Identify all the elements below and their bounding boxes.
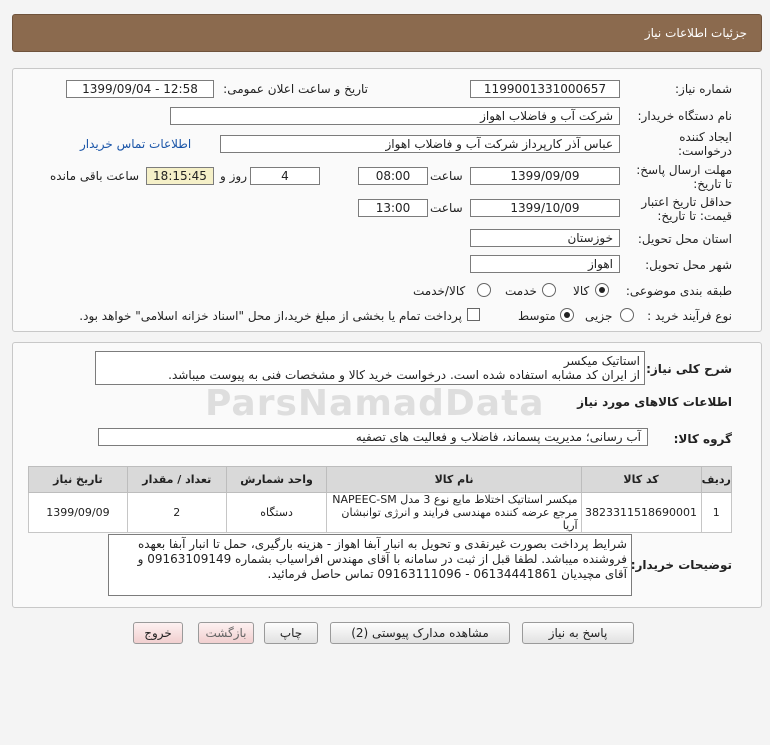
category-goods-label: کالا [573, 284, 590, 298]
cell-name: میکسر استاتیک اختلاط مایع نوع 3 مدل NAPE… [326, 492, 582, 533]
city-label: شهر محل تحویل: [645, 258, 732, 272]
treasury-payment-checkbox[interactable] [467, 308, 480, 321]
validity-time-field: 13:00 [358, 199, 428, 217]
summary-line-2: از ایران کد مشابه استفاده شده است. درخوا… [168, 368, 640, 382]
page-header: جزئیات اطلاعات نیاز [12, 14, 762, 52]
page-title: جزئیات اطلاعات نیاز [644, 26, 747, 40]
buyer-org-field: شرکت آب و فاضلاب اهواز [170, 107, 620, 125]
col-date: تاریخ نیاز [28, 466, 128, 493]
creator-label-1: ایجاد کننده [679, 130, 732, 144]
announce-label: تاریخ و ساعت اعلان عمومی: [223, 82, 368, 96]
reply-time-label: ساعت [430, 169, 463, 183]
table-row: 1 3823311518690001 میکسر استاتیک اختلاط … [28, 492, 733, 533]
col-unit: واحد شمارش [225, 466, 328, 493]
purchase-minor-label: جزیی [585, 309, 613, 323]
creator-label-2: درخواست: [678, 144, 732, 158]
goods-info-title: اطلاعات کالاهای مورد نیاز [577, 395, 732, 409]
city-field: اهواز [470, 255, 620, 273]
summary-label: شرح کلی نیاز: [646, 362, 732, 376]
buyer-notes-box: شرایط پرداخت بصورت غیرنقدی و تحویل به ان… [108, 534, 632, 596]
reply-time-field: 08:00 [358, 167, 428, 185]
category-service-label: خدمت [505, 284, 537, 298]
goods-table: ردیف کد کالا نام کالا واحد شمارش تعداد /… [28, 466, 733, 533]
reply-date-field: 1399/09/09 [470, 167, 620, 185]
summary-box: استاتیک میکسر از ایران کد مشابه استفاده … [95, 351, 645, 385]
cell-qty: 2 [126, 492, 227, 533]
announce-field: 1399/09/04 - 12:58 [66, 80, 214, 98]
province-field: خوزستان [470, 229, 620, 247]
print-button[interactable]: چاپ [264, 622, 318, 644]
validity-time-label: ساعت [430, 201, 463, 215]
treasury-payment-note: پرداخت تمام یا بخشی از مبلغ خرید،از محل … [79, 309, 462, 323]
summary-line-1: استاتیک میکسر [563, 354, 640, 368]
col-row: ردیف [700, 466, 733, 493]
goods-group-label: گروه کالا: [673, 432, 732, 446]
cell-unit: دستگاه [225, 492, 328, 533]
col-qty: تعداد / مقدار [126, 466, 227, 493]
attachments-button[interactable]: مشاهده مدارک پیوستی (2) [330, 622, 510, 644]
cell-row: 1 [700, 492, 733, 533]
reply-deadline-label-2: تا تاریخ: [693, 177, 732, 191]
col-name: نام کالا [326, 466, 582, 493]
category-service-radio[interactable] [542, 283, 556, 297]
goods-group-field: آب رسانی؛ مدیریت پسماند، فاضلاب و فعالیت… [98, 428, 648, 446]
watermark-logo: ParsNamadData [205, 383, 545, 424]
need-number-label: شماره نیاز: [675, 82, 732, 96]
validity-label-1: حداقل تاریخ اعتبار [641, 195, 732, 209]
remaining-label: ساعت باقی مانده [50, 169, 140, 183]
buyer-notes-label: توضیحات خریدار: [630, 558, 732, 572]
remaining-time-field: 18:15:45 [146, 167, 214, 185]
reply-deadline-label-1: مهلت ارسال پاسخ: [636, 163, 732, 177]
category-goods-radio[interactable] [595, 283, 609, 297]
purchase-medium-radio[interactable] [560, 308, 574, 322]
creator-field: عباس آذر کارپرداز شرکت آب و فاضلاب اهواز [220, 135, 620, 153]
contact-info-link[interactable]: اطلاعات تماس خریدار [80, 137, 191, 151]
category-label: طبقه بندی موضوعی: [625, 284, 732, 298]
buyer-org-label: نام دستگاه خریدار: [637, 109, 733, 123]
purchase-minor-radio[interactable] [620, 308, 634, 322]
col-code: کد کالا [580, 466, 702, 493]
reply-button[interactable]: پاسخ به نیاز [522, 622, 634, 644]
cell-code: 3823311518690001 [580, 492, 702, 533]
category-goods-service-label: کالا/خدمت [413, 284, 466, 298]
purchase-type-label: نوع فرآیند خرید : [647, 309, 732, 323]
category-goods-service-radio[interactable] [477, 283, 491, 297]
validity-label-2: قیمت: تا تاریخ: [657, 209, 732, 223]
days-field: 4 [250, 167, 320, 185]
need-number-field: 1199001331000657 [470, 80, 620, 98]
goods-table-header: ردیف کد کالا نام کالا واحد شمارش تعداد /… [28, 466, 733, 493]
exit-button[interactable]: خروج [133, 622, 183, 644]
back-button[interactable]: بازگشت [198, 622, 254, 644]
province-label: استان محل تحویل: [637, 232, 732, 246]
cell-date: 1399/09/09 [28, 492, 128, 533]
days-label: روز و [220, 169, 247, 183]
purchase-medium-label: متوسط [518, 309, 556, 323]
validity-date-field: 1399/10/09 [470, 199, 620, 217]
